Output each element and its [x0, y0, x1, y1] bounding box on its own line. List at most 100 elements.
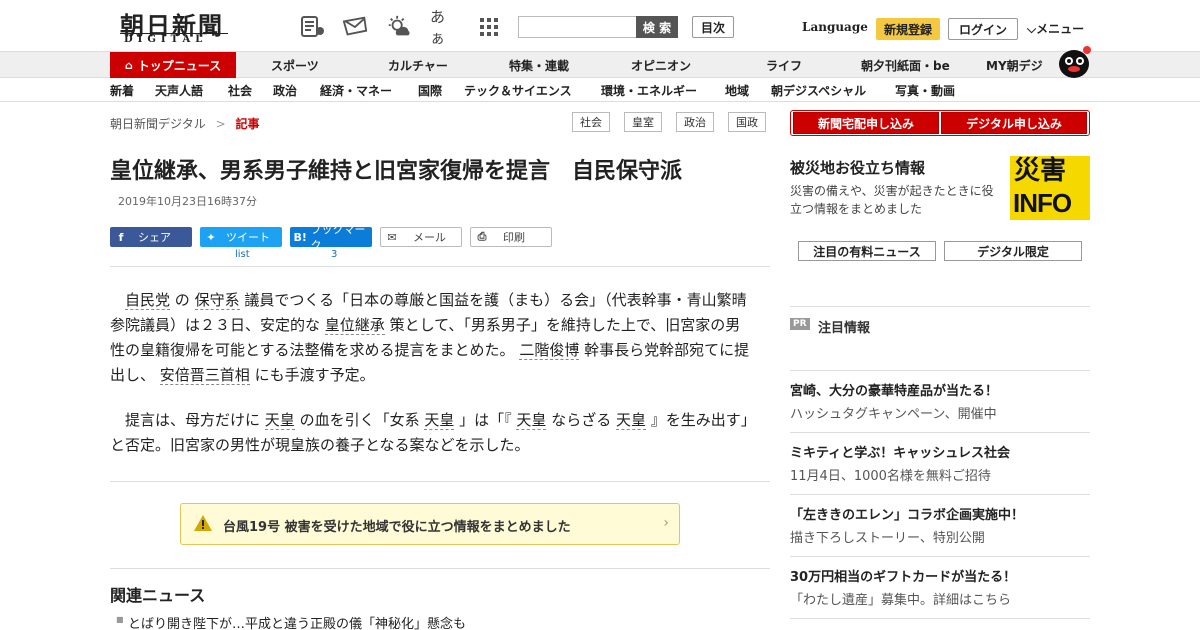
- keyword-link[interactable]: 自民党: [125, 291, 171, 310]
- subscribe-digital-button[interactable]: デジタル申し込み: [941, 112, 1087, 134]
- twitter-share-button[interactable]: ✦ ツイート: [200, 227, 282, 247]
- chevron-down-icon: ⌵: [1027, 22, 1037, 36]
- pr-ad-title[interactable]: 30万円相当のギフトカードが当たる！: [790, 566, 1016, 585]
- twitter-count[interactable]: list: [235, 249, 250, 260]
- grid-menu-icon[interactable]: [476, 14, 502, 40]
- article-paragraph-1: 自民党 の 保守系 議員でつくる「日本の尊厳と国益を護（まも）る会」（代表幹事・…: [110, 288, 752, 388]
- pr-ad-subtitle: 11月4日、1000名様を無料ご招待: [790, 469, 991, 484]
- pr-ad-title[interactable]: 「左ききのエレン」コラボ企画実施中！: [790, 504, 1024, 523]
- typhoon-alert-banner[interactable]: 台風19号 被害を受けた地域で役に立つ情報をまとめました ›: [180, 503, 680, 545]
- weather-icon[interactable]: [386, 14, 412, 40]
- disaster-box-top: 災害: [1014, 156, 1067, 186]
- disaster-info-title[interactable]: 被災地お役立ち情報: [790, 157, 925, 178]
- chevron-right-icon: ›: [663, 515, 669, 531]
- digital-only-button[interactable]: デジタル限定: [944, 241, 1082, 261]
- keyword-link[interactable]: 皇位継承: [324, 316, 385, 335]
- tag-politics[interactable]: 政治: [676, 112, 714, 132]
- facebook-icon: f: [118, 230, 124, 244]
- home-icon: ⌂: [124, 58, 133, 72]
- sidebar-divider: [790, 494, 1090, 495]
- menu-button[interactable]: ⌵メニュー: [1027, 20, 1084, 37]
- article-text: にも手渡す予定。: [249, 366, 375, 384]
- search-input[interactable]: [518, 16, 636, 38]
- login-button[interactable]: ログイン: [948, 18, 1018, 40]
- hatena-bookmark-button[interactable]: B! ブックマーク: [290, 223, 372, 252]
- keyword-link[interactable]: 天皇: [516, 411, 547, 430]
- nav-paper[interactable]: 朝夕刊紙面・be: [861, 52, 950, 78]
- sidebar-divider: [790, 370, 1090, 371]
- article-paragraph-2: 提言は、母方だけに 天皇 の血を引く「女系 天皇 」は「『 天皇 ならざる 天皇…: [110, 408, 752, 458]
- nav-opinion[interactable]: オピニオン: [631, 52, 691, 78]
- search-button[interactable]: 検 索: [636, 16, 678, 38]
- subscribe-paper-button[interactable]: 新聞宅配申し込み: [793, 112, 939, 134]
- nav-culture[interactable]: カルチャー: [388, 52, 448, 78]
- site-header: 朝日新聞 DIGITAL あぁ 検 索 目次 Language 新規登録 ログイ…: [0, 0, 1200, 52]
- subnav-region[interactable]: 地域: [725, 82, 749, 99]
- alert-text: 台風19号 被害を受けた地域で役に立つ情報をまとめました: [223, 520, 571, 535]
- breadcrumb-home[interactable]: 朝日新聞デジタル: [110, 117, 206, 131]
- nav-life[interactable]: ライフ: [766, 52, 802, 78]
- pr-ad-subtitle: 「わたし遺産」募集中。詳細はこちら: [790, 593, 1012, 608]
- subnav-new[interactable]: 新着: [110, 82, 134, 99]
- hatena-count[interactable]: 3: [331, 249, 337, 260]
- register-button[interactable]: 新規登録: [876, 18, 940, 40]
- language-link[interactable]: Language: [802, 20, 868, 34]
- font-size-icon[interactable]: あぁ: [430, 8, 456, 47]
- nav-sports[interactable]: スポーツ: [271, 52, 319, 78]
- keyword-link[interactable]: 天皇: [615, 411, 646, 430]
- keyword-link[interactable]: 天皇: [264, 411, 295, 430]
- divider: [110, 568, 770, 569]
- subnav-special[interactable]: 朝デジスペシャル: [771, 82, 866, 99]
- disaster-info-banner[interactable]: 災害 INFO: [1010, 156, 1090, 220]
- sidebar-divider: [790, 432, 1090, 433]
- divider: [110, 266, 770, 267]
- hatena-icon: B!: [293, 230, 307, 244]
- article-title: 皇位継承、男系男子維持と旧宮家復帰を提言 自民保守派: [110, 159, 683, 184]
- article-text: 提言は、母方だけに: [110, 411, 265, 429]
- newspaper-icon[interactable]: [300, 14, 326, 40]
- article-text: [110, 291, 125, 309]
- keyword-link[interactable]: 安倍晋三首相: [159, 366, 250, 385]
- keyword-link[interactable]: 二階俊博: [519, 341, 580, 360]
- site-logo-sub[interactable]: DIGITAL: [124, 34, 207, 45]
- article-date: 2019年10月23日16時37分: [118, 195, 257, 208]
- disaster-box-bottom: INFO: [1013, 188, 1072, 218]
- mail-icon: ✉: [387, 230, 397, 244]
- keyword-link[interactable]: 天皇: [424, 411, 455, 430]
- related-news-item[interactable]: とばり開き陛下が…平成と違う正殿の儀「神秘化」懸念も: [128, 613, 466, 630]
- subnav-photo[interactable]: 写真・動画: [895, 82, 955, 99]
- twitter-icon: ✦: [206, 230, 216, 244]
- nav-top-news[interactable]: ⌂ トップニュース: [110, 52, 236, 78]
- sub-nav: 新着 天声人語 社会 政治 経済・マネー 国際 テック＆サイエンス 環境・エネル…: [0, 78, 1200, 102]
- nav-features[interactable]: 特集・連載: [509, 52, 569, 78]
- mail-paper-icon[interactable]: [342, 14, 368, 40]
- tag-society[interactable]: 社会: [572, 112, 610, 132]
- pr-ad-title[interactable]: ミキティと学ぶ！キャッシュレス社会: [790, 442, 1010, 461]
- mail-share-button[interactable]: ✉ メール: [380, 227, 462, 247]
- article-text: の血を引く「女系: [294, 411, 425, 429]
- warning-icon: [193, 514, 213, 536]
- index-button[interactable]: 目次: [692, 16, 734, 38]
- subnav-economy[interactable]: 経済・マネー: [320, 82, 392, 99]
- breadcrumb-sep: >: [215, 117, 226, 131]
- tag-imperial[interactable]: 皇室: [624, 112, 662, 132]
- subnav-international[interactable]: 国際: [418, 82, 442, 99]
- paid-news-button[interactable]: 注目の有料ニュース: [798, 241, 936, 261]
- related-news-title: 関連ニュース: [110, 586, 206, 605]
- tag-national-politics[interactable]: 国政: [728, 112, 766, 132]
- sidebar-divider: [790, 306, 1090, 307]
- subnav-tensei[interactable]: 天声人語: [155, 82, 203, 99]
- menu-label: メニュー: [1036, 22, 1085, 36]
- subnav-society[interactable]: 社会: [228, 82, 252, 99]
- facebook-share-button[interactable]: f シェア: [110, 227, 192, 247]
- nav-my-asadigi[interactable]: MY朝デジ: [986, 52, 1043, 78]
- subnav-politics[interactable]: 政治: [273, 82, 297, 99]
- pr-section-title: 注目情報: [818, 321, 871, 336]
- pr-badge: PR: [790, 318, 810, 330]
- print-button[interactable]: ⎙ 印刷: [470, 227, 552, 247]
- pr-ad-title[interactable]: 宮崎、大分の豪華特産品が当たる！: [790, 380, 998, 399]
- keyword-link[interactable]: 保守系: [194, 291, 240, 310]
- subnav-tech[interactable]: テック＆サイエンス: [464, 82, 572, 99]
- article-text: ならざる: [546, 411, 616, 429]
- subnav-environment[interactable]: 環境・エネルギー: [601, 82, 697, 99]
